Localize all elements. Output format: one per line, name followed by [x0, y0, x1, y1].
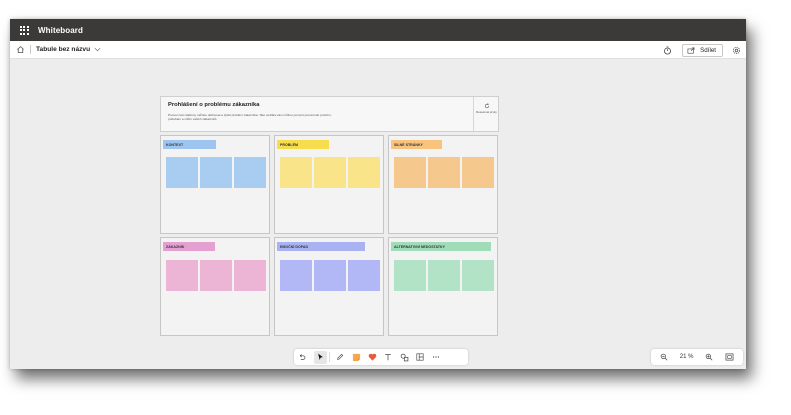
panel-label: ZÁKAZNÍK: [166, 244, 185, 249]
sticky-note[interactable]: [462, 260, 494, 291]
panel-problem[interactable]: PROBLÉM: [274, 135, 384, 234]
more-icon[interactable]: [428, 349, 444, 365]
sticky-note[interactable]: [280, 157, 312, 188]
zoom-out-icon[interactable]: [660, 348, 668, 366]
sticky-note[interactable]: [428, 260, 460, 291]
sticky-note[interactable]: [394, 157, 426, 188]
app-launcher-icon[interactable]: [10, 19, 38, 41]
divider: [329, 352, 330, 362]
pen-icon[interactable]: [332, 349, 348, 365]
panel-emocni-dopad[interactable]: EMOČNÍ DOPAD: [274, 237, 384, 336]
sticky-notes: [394, 260, 494, 291]
panel-tag: EMOČNÍ DOPAD: [277, 242, 365, 251]
board-name[interactable]: Tabule bez názvu: [36, 46, 90, 53]
home-icon[interactable]: [10, 41, 30, 59]
shapes-icon[interactable]: [396, 349, 412, 365]
template-icon[interactable]: [412, 349, 428, 365]
drawing-toolbar: [294, 349, 468, 365]
panel-zakaznik[interactable]: ZÁKAZNÍK: [160, 237, 270, 336]
sticky-notes: [280, 260, 380, 291]
sticky-note[interactable]: [348, 157, 380, 188]
panel-label: EMOČNÍ DOPAD: [280, 244, 309, 249]
share-icon: [687, 46, 695, 54]
reaction-heart-icon[interactable]: [364, 349, 380, 365]
panel-tag: KONTEXT: [163, 140, 216, 149]
undo-icon[interactable]: [294, 349, 310, 365]
sticky-note[interactable]: [234, 157, 266, 188]
sticky-note[interactable]: [280, 260, 312, 291]
chevron-down-icon[interactable]: [94, 47, 101, 52]
gear-icon[interactable]: [729, 43, 743, 57]
reset-label: Resetovat prvky: [476, 110, 497, 114]
sticky-note[interactable]: [166, 157, 198, 188]
sticky-note-icon[interactable]: [348, 349, 364, 365]
text-icon[interactable]: [380, 349, 396, 365]
panel-tag: SILNÉ STRÁNKY: [391, 140, 442, 149]
select-icon[interactable]: [314, 350, 327, 364]
sticky-notes: [394, 157, 494, 188]
sticky-note[interactable]: [314, 157, 346, 188]
zoom-controls: 21 %: [651, 349, 743, 365]
sticky-notes: [166, 157, 266, 188]
panel-label: KONTEXT: [166, 142, 184, 147]
divider: [30, 45, 31, 54]
panel-kontext[interactable]: KONTEXT: [160, 135, 270, 234]
app-window: Whiteboard Tabule bez názvu Sdílet Prohl…: [10, 19, 746, 369]
reset-icon: [474, 103, 499, 109]
sticky-notes: [166, 260, 266, 291]
template-header-card[interactable]: Prohlášení o problému zákazníka Pomocí t…: [160, 96, 499, 132]
sticky-note[interactable]: [394, 260, 426, 291]
app-title: Whiteboard: [38, 25, 83, 35]
sticky-note[interactable]: [234, 260, 266, 291]
panel-label: ALTERNATIVNÍ NEDOSTATKY: [394, 244, 446, 249]
sticky-note[interactable]: [166, 260, 198, 291]
sticky-note[interactable]: [348, 260, 380, 291]
customer-problem-template[interactable]: Prohlášení o problému zákazníka Pomocí t…: [160, 96, 499, 338]
panel-tag: ZÁKAZNÍK: [163, 242, 215, 251]
zoom-in-icon[interactable]: [705, 348, 713, 366]
fit-to-screen-icon[interactable]: [725, 348, 734, 366]
sticky-notes: [280, 157, 380, 188]
sticky-note[interactable]: [200, 157, 232, 188]
panel-tag: ALTERNATIVNÍ NEDOSTATKY: [391, 242, 491, 251]
share-label: Sdílet: [700, 46, 716, 54]
template-description: Pomocí této šablony můžete definovat a z…: [168, 113, 332, 121]
panel-silne-stranky[interactable]: SILNÉ STRÁNKY: [388, 135, 498, 234]
share-button[interactable]: Sdílet: [682, 43, 723, 57]
sticky-note[interactable]: [200, 260, 232, 291]
sticky-note[interactable]: [428, 157, 460, 188]
title-bar: Whiteboard: [10, 19, 746, 41]
zoom-level[interactable]: 21 %: [680, 354, 694, 360]
panel-label: PROBLÉM: [280, 142, 298, 147]
panel-alternativni-nedostatky[interactable]: ALTERNATIVNÍ NEDOSTATKY: [388, 237, 498, 336]
reset-button[interactable]: Resetovat prvky: [474, 103, 499, 114]
panel-label: SILNÉ STRÁNKY: [394, 142, 423, 147]
timer-icon[interactable]: [660, 43, 674, 57]
template-title: Prohlášení o problému zákazníka: [168, 102, 260, 108]
sticky-note[interactable]: [462, 157, 494, 188]
panel-tag: PROBLÉM: [277, 140, 329, 149]
whiteboard-canvas[interactable]: Prohlášení o problému zákazníka Pomocí t…: [10, 60, 746, 369]
command-bar: Tabule bez názvu Sdílet: [10, 41, 746, 59]
sticky-note[interactable]: [314, 260, 346, 291]
